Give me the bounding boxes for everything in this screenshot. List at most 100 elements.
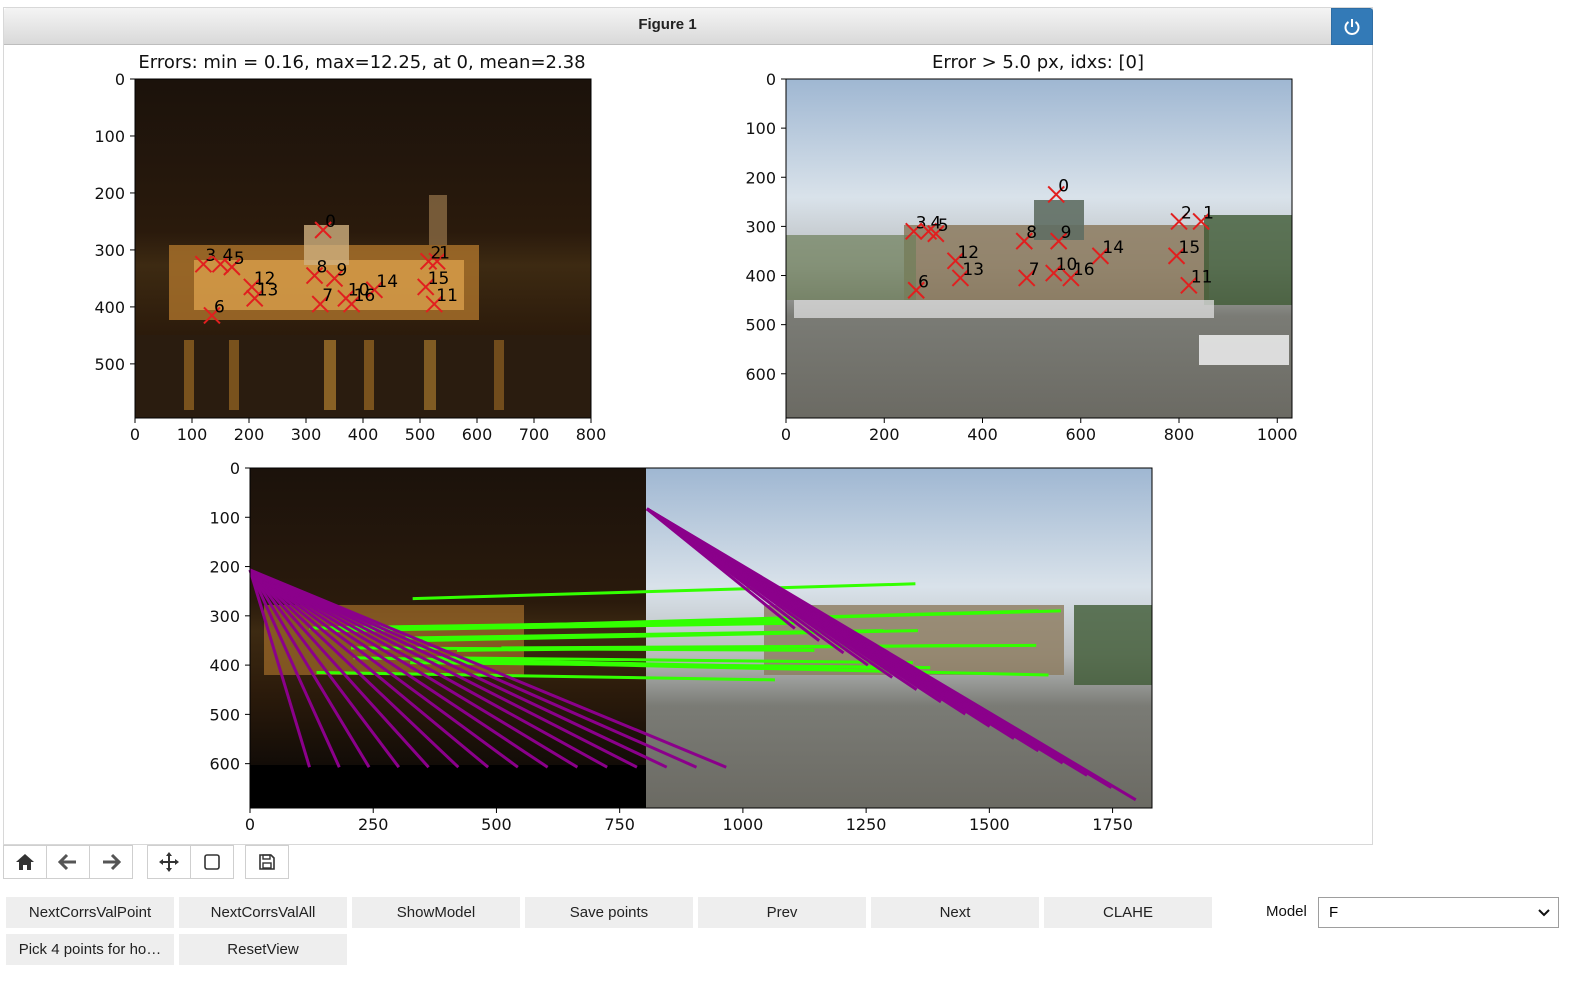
x-tick-label: 1500: [969, 815, 1010, 834]
figure-title: Figure 1: [638, 16, 697, 33]
keypoint-label: 13: [257, 280, 279, 300]
y-tick-label: 0: [766, 70, 776, 89]
show-model-button[interactable]: ShowModel: [352, 897, 520, 928]
x-tick-label: 0: [781, 425, 791, 444]
clahe-button[interactable]: CLAHE: [1044, 897, 1212, 928]
x-tick-label: 200: [869, 425, 900, 444]
keypoint-label: 6: [918, 272, 929, 292]
zoom-button[interactable]: [190, 845, 234, 879]
keypoint-label: 16: [1073, 260, 1095, 280]
keypoint-label: 7: [1029, 260, 1040, 280]
keypoint-label: 7: [322, 286, 333, 306]
save-icon: [259, 854, 275, 870]
next-button[interactable]: Next: [871, 897, 1039, 928]
y-tick-label: 300: [745, 217, 776, 236]
y-tick-label: 0: [230, 459, 240, 478]
y-tick-label: 500: [209, 705, 240, 724]
y-tick-label: 0: [115, 70, 125, 89]
forward-arrow-icon: [103, 853, 121, 871]
x-tick-label: 800: [576, 425, 607, 444]
save-points-button[interactable]: Save points: [525, 897, 693, 928]
model-select[interactable]: F: [1318, 897, 1559, 928]
keypoint-label: 6: [214, 297, 225, 317]
x-tick-label: 200: [234, 425, 265, 444]
x-tick-label: 1000: [723, 815, 764, 834]
y-tick-label: 200: [209, 558, 240, 577]
x-tick-label: 100: [177, 425, 208, 444]
top-right-image: [786, 79, 1292, 418]
top-left-image: [135, 79, 591, 418]
x-tick-label: 800: [1164, 425, 1195, 444]
x-tick-label: 600: [1065, 425, 1096, 444]
power-icon: [1344, 19, 1360, 35]
y-tick-label: 400: [209, 656, 240, 675]
y-tick-label: 500: [94, 355, 125, 374]
top-right-title: Error > 5.0 px, idxs: [0]: [932, 52, 1144, 73]
figure-titlebar: Figure 1: [4, 8, 1331, 45]
x-tick-label: 500: [405, 425, 436, 444]
next-corrs-val-all-button[interactable]: NextCorrsValAll: [179, 897, 347, 928]
pick-4-points-button[interactable]: Pick 4 points for ho…: [6, 934, 174, 965]
y-tick-label: 300: [94, 241, 125, 260]
figure-canvas[interactable]: Errors: min = 0.16, max=12.25, at 0, mea…: [4, 45, 1372, 845]
x-tick-label: 250: [358, 815, 389, 834]
navigation-toolbar: [3, 845, 133, 881]
x-tick-label: 1750: [1092, 815, 1133, 834]
y-tick-label: 200: [94, 184, 125, 203]
keypoint-label: 14: [1102, 238, 1124, 258]
x-tick-label: 400: [967, 425, 998, 444]
x-tick-label: 0: [245, 815, 255, 834]
move-icon: [159, 852, 179, 872]
keypoint-label: 9: [1061, 223, 1072, 243]
next-corrs-val-point-button[interactable]: NextCorrsValPoint: [6, 897, 174, 928]
keypoint-label: 11: [1191, 267, 1213, 287]
model-select-value: F: [1329, 904, 1339, 921]
keypoint-label: 8: [317, 258, 328, 278]
keypoint-label: 16: [354, 286, 376, 306]
keypoint-label: 0: [325, 212, 336, 232]
keypoint-label: 1: [1203, 203, 1214, 223]
back-button[interactable]: [46, 845, 90, 879]
keypoint-label: 2: [431, 243, 442, 263]
pan-button[interactable]: [147, 845, 191, 879]
keypoint-label: 15: [428, 269, 450, 289]
home-button[interactable]: [3, 845, 47, 879]
navigation-toolbar-3: [245, 845, 289, 881]
y-tick-label: 400: [94, 298, 125, 317]
keypoint-label: 3: [205, 246, 216, 266]
x-tick-label: 300: [291, 425, 322, 444]
save-figure-button[interactable]: [245, 845, 289, 879]
x-tick-label: 400: [348, 425, 379, 444]
keypoint-label: 14: [376, 272, 398, 292]
reset-view-button[interactable]: ResetView: [179, 934, 347, 965]
home-icon: [16, 854, 34, 870]
keypoint-label: 9: [337, 260, 348, 280]
keypoint-label: 0: [1058, 176, 1069, 196]
chevron-down-icon: [1538, 909, 1550, 917]
prev-button[interactable]: Prev: [698, 897, 866, 928]
back-arrow-icon: [58, 853, 76, 871]
x-tick-label: 1000: [1257, 425, 1298, 444]
forward-button[interactable]: [89, 845, 133, 879]
y-tick-label: 200: [745, 168, 776, 187]
top-left-title: Errors: min = 0.16, max=12.25, at 0, mea…: [138, 52, 585, 73]
navigation-toolbar-2: [147, 845, 234, 881]
y-tick-label: 500: [745, 316, 776, 335]
y-tick-label: 400: [745, 267, 776, 286]
x-tick-label: 500: [481, 815, 512, 834]
y-tick-label: 100: [209, 508, 240, 527]
keypoint-label: 11: [436, 286, 458, 306]
y-tick-label: 300: [209, 607, 240, 626]
close-figure-button[interactable]: [1331, 8, 1373, 45]
figure-window: Figure 1 Errors: min = 0.16, max=12.25, …: [3, 7, 1373, 845]
x-tick-label: 600: [462, 425, 493, 444]
model-label: Model: [1266, 903, 1307, 920]
x-tick-label: 700: [519, 425, 550, 444]
y-tick-label: 100: [94, 127, 125, 146]
plots-svg: Errors: min = 0.16, max=12.25, at 0, mea…: [94, 52, 1298, 834]
x-tick-label: 1250: [846, 815, 887, 834]
x-tick-label: 0: [130, 425, 140, 444]
keypoint-label: 2: [1181, 203, 1192, 223]
keypoint-label: 8: [1026, 223, 1037, 243]
y-tick-label: 100: [745, 119, 776, 138]
